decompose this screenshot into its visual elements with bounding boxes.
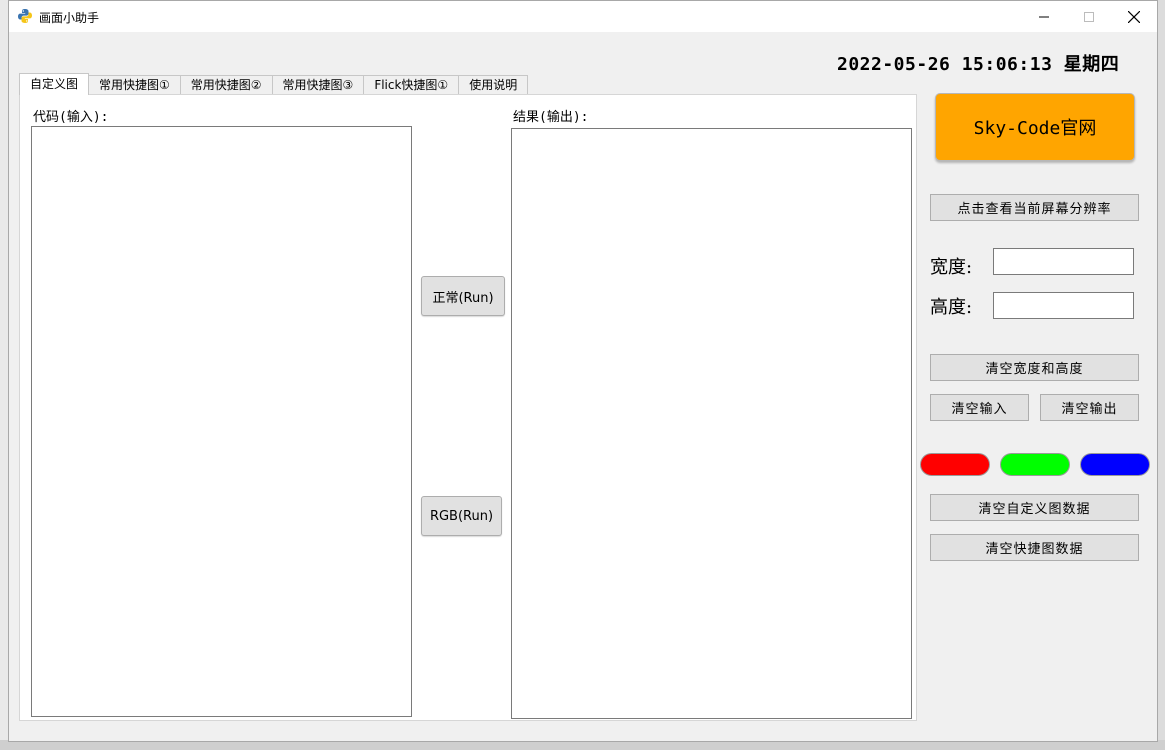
clear-shortcut-data-button[interactable]: 清空快捷图数据 [930, 534, 1139, 561]
height-label: 高度: [930, 297, 973, 318]
minimize-icon [1039, 16, 1049, 17]
app-window: 画面小助手 2022-05-26 15:06:13 星期四 自定义图 常用快捷图… [8, 0, 1158, 742]
clear-size-button[interactable]: 清空宽度和高度 [930, 354, 1139, 381]
python-icon [18, 9, 32, 23]
tab-shortcut-3[interactable]: 常用快捷图③ [271, 75, 365, 95]
maximize-icon [1084, 11, 1094, 22]
tab-shortcut-1[interactable]: 常用快捷图① [88, 75, 181, 95]
code-input-textarea[interactable] [31, 126, 412, 717]
tab-shortcut-2[interactable]: 常用快捷图② [179, 75, 273, 95]
close-icon [1128, 10, 1140, 23]
close-button[interactable] [1111, 1, 1157, 32]
clear-output-button[interactable]: 清空输出 [1040, 394, 1139, 421]
clear-input-button[interactable]: 清空输入 [930, 394, 1029, 421]
tab-bar: 自定义图 常用快捷图① 常用快捷图② 常用快捷图③ Flick快捷图① 使用说明 [19, 73, 529, 95]
tab-flick-1[interactable]: Flick快捷图① [363, 75, 460, 95]
run-rgb-button[interactable]: RGB(Run) [421, 496, 502, 536]
window-title: 画面小助手 [39, 11, 100, 25]
website-button[interactable]: Sky-Code官网 [935, 93, 1135, 161]
result-output-textarea[interactable] [511, 128, 912, 719]
tab-custom[interactable]: 自定义图 [19, 73, 90, 95]
title-bar[interactable]: 画面小助手 [9, 1, 1157, 32]
check-resolution-button[interactable]: 点击查看当前屏幕分辨率 [930, 194, 1139, 221]
red-color-button[interactable] [920, 453, 990, 476]
run-normal-button[interactable]: 正常(Run) [421, 276, 505, 316]
maximize-button[interactable] [1066, 1, 1112, 32]
blue-color-button[interactable] [1080, 453, 1150, 476]
height-input[interactable] [993, 292, 1134, 319]
tab-instructions[interactable]: 使用说明 [458, 75, 529, 95]
minimize-button[interactable] [1021, 1, 1067, 32]
width-input[interactable] [993, 248, 1134, 275]
tab-panel-custom: 代码(输入): 正常(Run) RGB(Run) 结果(输出): [19, 94, 917, 721]
output-label: 结果(输出): [513, 110, 589, 125]
green-color-button[interactable] [1000, 453, 1070, 476]
input-label: 代码(输入): [33, 110, 109, 125]
clear-custom-data-button[interactable]: 清空自定义图数据 [930, 494, 1139, 521]
datetime-display: 2022-05-26 15:06:13 星期四 [837, 54, 1120, 75]
width-label: 宽度: [930, 257, 973, 278]
